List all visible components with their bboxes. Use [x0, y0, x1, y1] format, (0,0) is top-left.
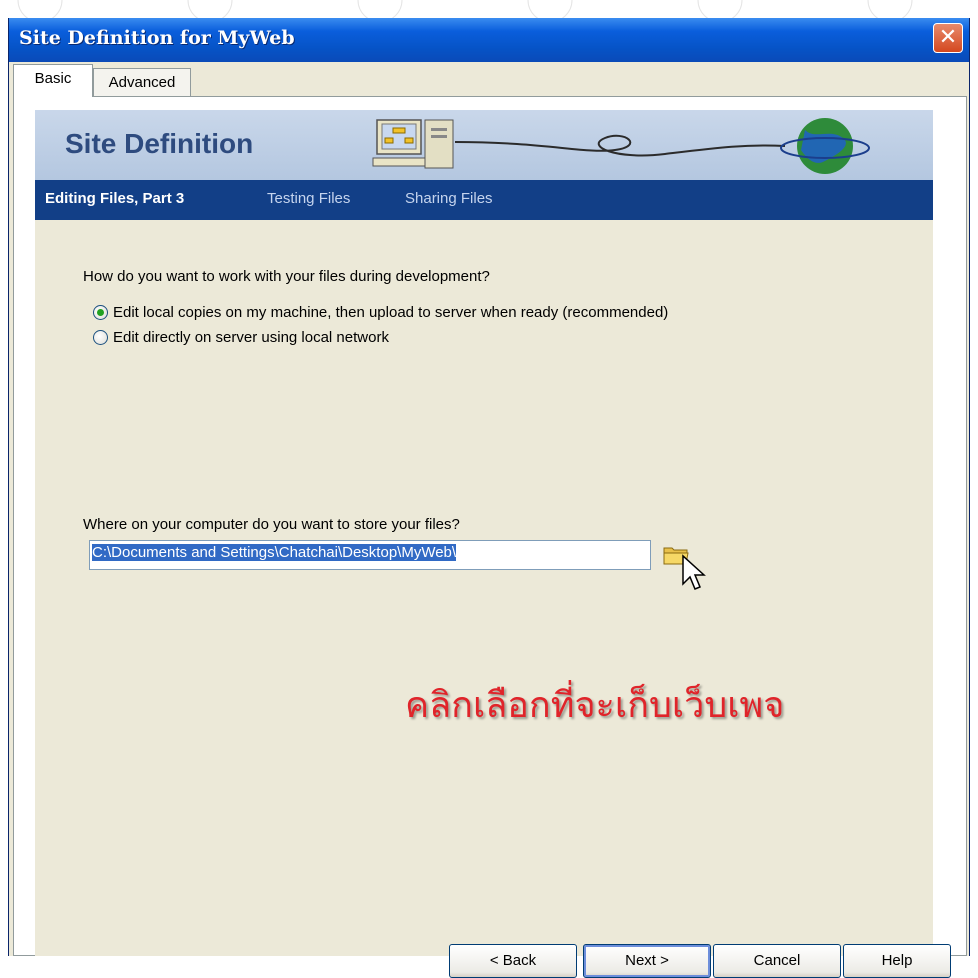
wizard-step-bar: Editing Files, Part 3 Testing Files Shar…	[35, 180, 933, 220]
close-icon[interactable]: ✕	[933, 23, 963, 53]
cancel-button[interactable]: Cancel	[713, 944, 841, 978]
globe-icon	[780, 118, 870, 174]
next-button[interactable]: Next >	[583, 944, 711, 978]
question-storage-location: Where on your computer do you want to st…	[83, 516, 460, 533]
local-folder-value: C:\Documents and Settings\Chatchai\Deskt…	[92, 544, 457, 561]
step-editing-files: Editing Files, Part 3	[45, 190, 185, 207]
mouse-cursor-icon	[682, 554, 706, 590]
window-title: Site Definition for MyWeb	[19, 27, 295, 49]
radio-edit-server[interactable]: Edit directly on server using local netw…	[93, 329, 389, 346]
radio-edit-local-label: Edit local copies on my machine, then up…	[113, 304, 669, 321]
banner-title: Site Definition	[65, 128, 254, 159]
radio-button-unchecked[interactable]	[93, 330, 108, 345]
wizard-content: How do you want to work with your files …	[35, 220, 951, 978]
radio-edit-server-label: Edit directly on server using local netw…	[113, 329, 389, 346]
banner-art	[372, 118, 870, 174]
help-button[interactable]: Help	[843, 944, 951, 978]
tab-advanced[interactable]: Advanced	[93, 68, 191, 98]
computer-icon	[372, 119, 454, 169]
local-folder-input[interactable]: C:\Documents and Settings\Chatchai\Deskt…	[89, 540, 651, 570]
site-definition-banner: Site Definition	[35, 110, 933, 180]
radio-edit-local[interactable]: Edit local copies on my machine, then up…	[93, 304, 668, 321]
step-sharing-files: Sharing Files	[405, 190, 493, 207]
radio-button-checked[interactable]	[93, 305, 108, 320]
question-work-mode: How do you want to work with your files …	[83, 268, 490, 285]
step-testing-files: Testing Files	[267, 190, 351, 207]
annotation-text: คลิกเลือกที่จะเก็บเว็บเพจ	[405, 685, 785, 726]
tab-basic[interactable]: Basic	[13, 64, 93, 97]
back-button[interactable]: < Back	[449, 944, 577, 978]
title-bar[interactable]: Site Definition for MyWeb ✕	[9, 18, 969, 62]
site-definition-dialog: Site Definition for MyWeb ✕ Basic Advanc…	[8, 18, 970, 978]
